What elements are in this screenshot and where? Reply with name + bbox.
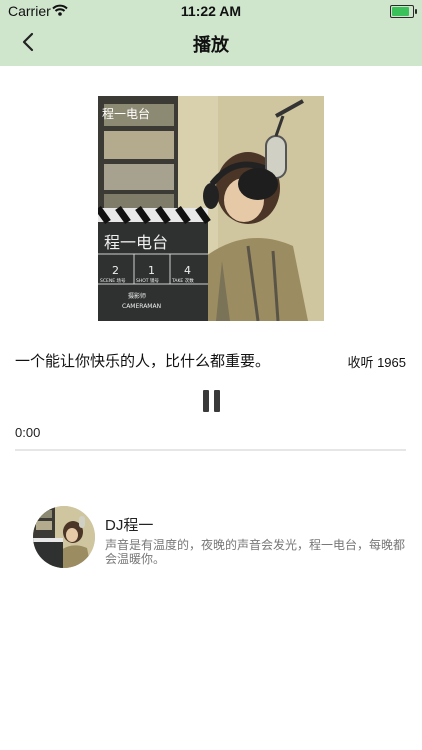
board-cell: SCENE 场号 — [100, 277, 126, 284]
progress-bar[interactable] — [15, 449, 406, 451]
page-title: 播放 — [193, 35, 229, 55]
pause-button[interactable] — [203, 390, 220, 412]
cover-image: 程一电台 2 1 4 SCENE 场号 SHOT 镜号 TAKE 次数 摄影师 … — [98, 96, 324, 321]
host-description: 声音是有温度的，夜晚的声音会发光，程一电台，每晚都会温暖你。 — [105, 538, 406, 566]
status-bar: Carrier 11:22 AM — [0, 0, 422, 22]
board-title: 程一电台 — [104, 233, 168, 252]
battery-icon — [390, 5, 417, 18]
host-avatar[interactable] — [33, 506, 95, 568]
board-cell: SHOT 镜号 — [136, 277, 159, 284]
elapsed-time: 0:00 — [15, 425, 41, 440]
board-cell: 摄影师 — [128, 292, 146, 300]
status-time: 11:22 AM — [180, 3, 242, 19]
board-cell: 2 — [112, 264, 119, 277]
cover-caption: 程一电台 — [102, 106, 150, 121]
host-name: DJ程一 — [105, 517, 154, 534]
pause-icon — [214, 390, 220, 412]
listen-count: 收听 1965 — [347, 355, 406, 370]
board-cell: TAKE 次数 — [171, 277, 194, 284]
episode-quote: 一个能让你快乐的人，比什么都重要。 — [15, 353, 271, 370]
nav-header: Carrier 11:22 AM 播放 — [0, 0, 422, 66]
board-cell: 4 — [184, 264, 191, 277]
board-cell: 1 — [148, 264, 155, 277]
pause-icon — [203, 390, 209, 412]
board-cell: CAMERAMAN — [122, 303, 161, 310]
